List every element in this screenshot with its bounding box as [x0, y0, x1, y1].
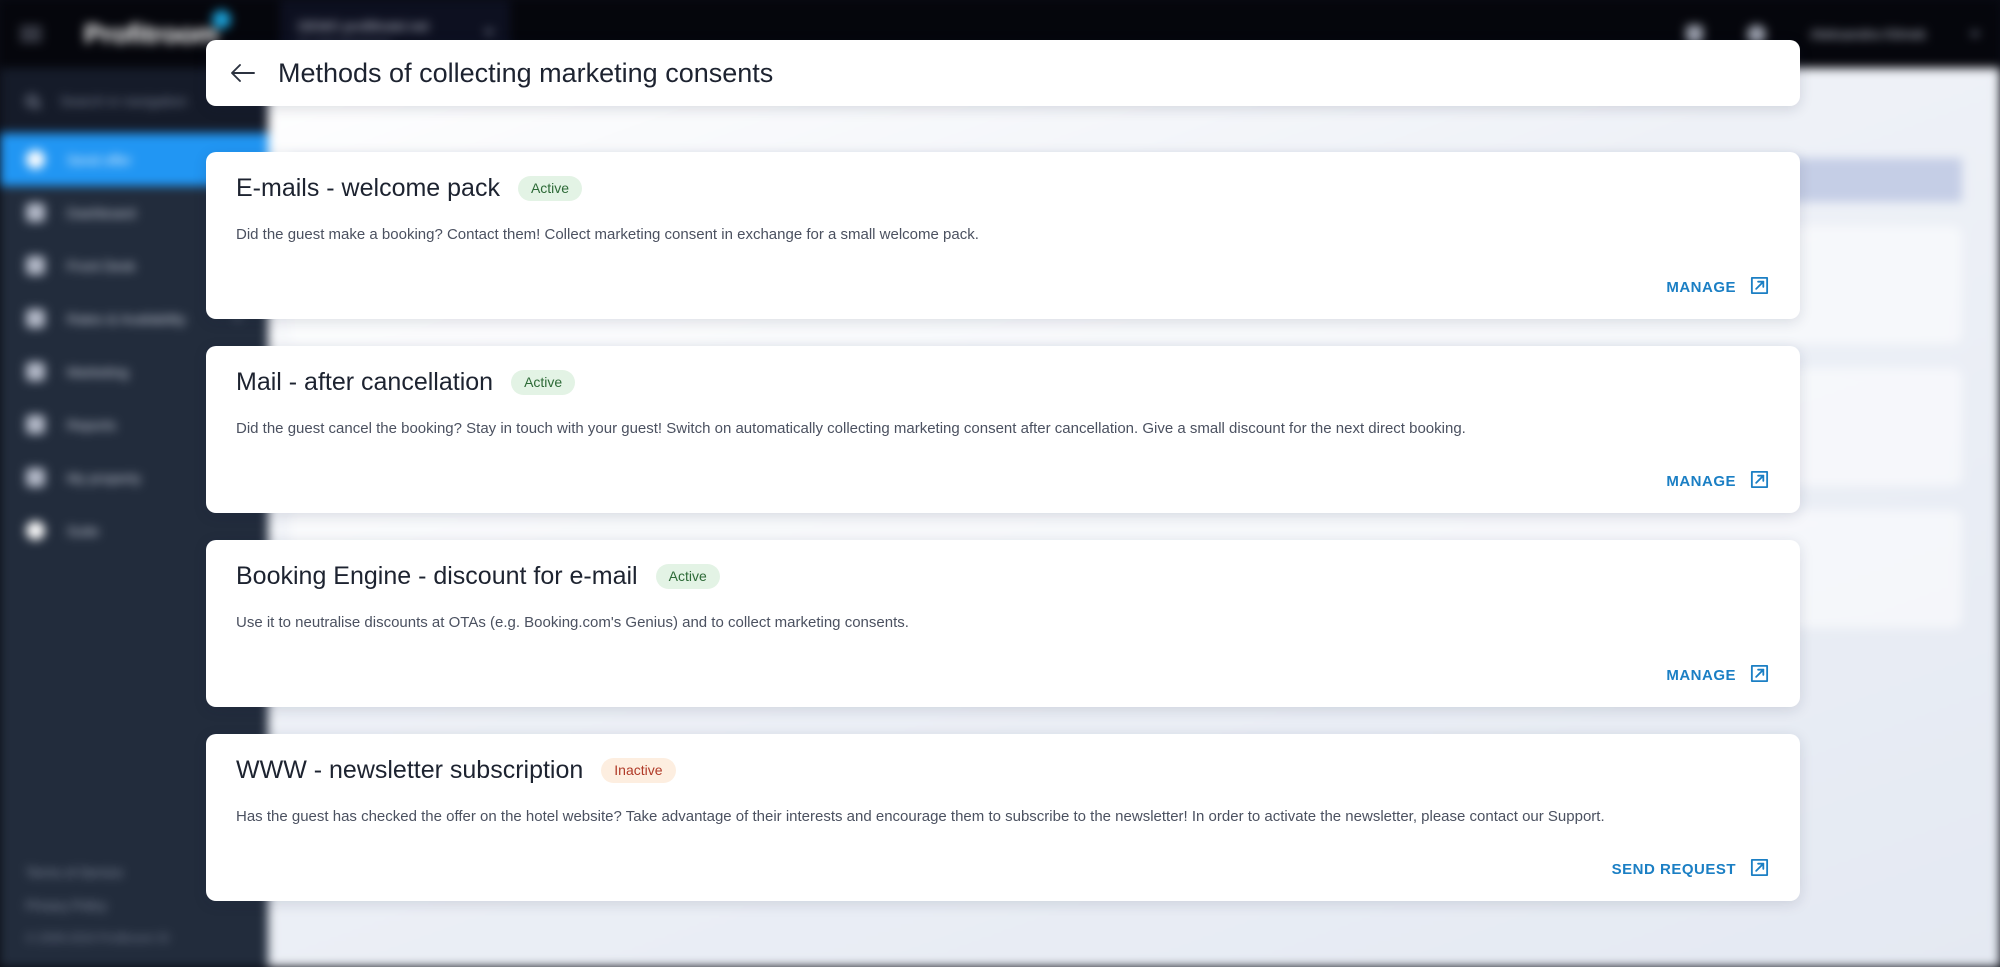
- method-card: Mail - after cancellation Active Did the…: [206, 346, 1800, 513]
- manage-button[interactable]: MANAGE: [236, 257, 1770, 319]
- method-card: E-mails - welcome pack Active Did the gu…: [206, 152, 1800, 319]
- manage-button-label: MANAGE: [1666, 279, 1736, 296]
- card-header: Mail - after cancellation Active: [236, 368, 1770, 397]
- status-badge: Active: [656, 564, 720, 589]
- manage-button-label: MANAGE: [1666, 473, 1736, 490]
- status-badge: Active: [518, 176, 582, 201]
- method-card: Booking Engine - discount for e-mail Act…: [206, 540, 1800, 707]
- manage-button[interactable]: MANAGE: [236, 645, 1770, 707]
- external-link-icon: [1749, 857, 1770, 883]
- manage-button[interactable]: MANAGE: [236, 451, 1770, 513]
- external-link-icon: [1749, 663, 1770, 689]
- send-request-button-label: SEND REQUEST: [1612, 861, 1736, 878]
- card-header: E-mails - welcome pack Active: [236, 174, 1770, 203]
- card-title: Mail - after cancellation: [236, 368, 493, 397]
- external-link-icon: [1749, 275, 1770, 301]
- modal-dialog: Methods of collecting marketing consents…: [0, 0, 2000, 967]
- external-link-icon: [1749, 469, 1770, 495]
- card-description: Use it to neutralise discounts at OTAs (…: [236, 612, 1736, 635]
- card-header: WWW - newsletter subscription Inactive: [236, 756, 1770, 785]
- card-header: Booking Engine - discount for e-mail Act…: [236, 562, 1770, 591]
- card-description: Has the guest has checked the offer on t…: [236, 806, 1706, 829]
- send-request-button[interactable]: SEND REQUEST: [236, 839, 1770, 901]
- card-description: Did the guest cancel the booking? Stay i…: [236, 418, 1736, 441]
- status-badge: Inactive: [601, 758, 675, 783]
- card-title: E-mails - welcome pack: [236, 174, 500, 203]
- page-title: Methods of collecting marketing consents: [278, 58, 773, 89]
- card-description: Did the guest make a booking? Contact th…: [236, 224, 1736, 247]
- manage-button-label: MANAGE: [1666, 667, 1736, 684]
- card-title: Booking Engine - discount for e-mail: [236, 562, 638, 591]
- status-badge: Active: [511, 370, 575, 395]
- modal-header: Methods of collecting marketing consents: [206, 40, 1800, 106]
- card-title: WWW - newsletter subscription: [236, 756, 583, 785]
- method-card: WWW - newsletter subscription Inactive H…: [206, 734, 1800, 901]
- arrow-left-icon[interactable]: [226, 56, 260, 90]
